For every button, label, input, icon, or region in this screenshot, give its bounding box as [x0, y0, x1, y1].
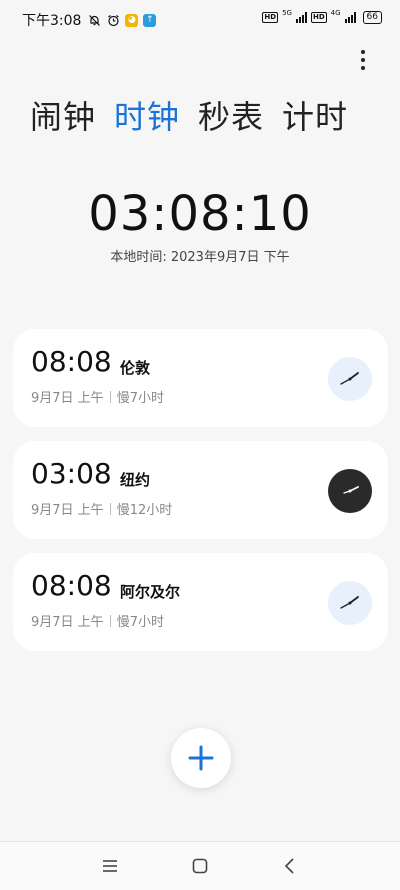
- divider: [109, 502, 111, 515]
- analog-clock-icon: [328, 357, 372, 401]
- world-clock-offset: 慢7小时: [116, 615, 164, 630]
- tab-bar: 闹钟 时钟 秒表 计时: [30, 92, 348, 138]
- world-clock-card-algiers[interactable]: 08:08 阿尔及尔 9月7日 上午 慢7小时: [13, 553, 388, 651]
- status-right: HD 5G HD 4G 66: [262, 9, 382, 24]
- add-city-button[interactable]: [171, 728, 231, 788]
- back-icon[interactable]: [280, 856, 300, 876]
- world-clock-date: 9月7日 上午: [31, 503, 104, 518]
- app-notification-icon: ◕: [125, 13, 139, 27]
- network-type-1: 5G: [282, 9, 292, 17]
- alarm-icon: [106, 13, 120, 27]
- world-clock-time: 08:08: [31, 345, 112, 378]
- local-time: 03:08:10: [88, 186, 312, 242]
- hd-badge-2: HD: [310, 12, 327, 23]
- world-clock-city: 伦敦: [120, 359, 151, 377]
- analog-clock-icon: [328, 469, 372, 513]
- tab-alarm[interactable]: 闹钟: [30, 92, 96, 138]
- world-clock-city: 纽约: [120, 471, 151, 489]
- system-navigation-bar: [0, 841, 400, 890]
- more-options-icon[interactable]: [356, 50, 370, 70]
- status-icons: ◕ ↑: [87, 13, 157, 27]
- tab-timer[interactable]: 计时: [282, 92, 348, 138]
- mute-bell-icon: [87, 13, 101, 27]
- tab-clock[interactable]: 时钟: [114, 92, 180, 138]
- menu-icon[interactable]: [100, 856, 120, 876]
- upload-icon: ↑: [143, 13, 157, 27]
- world-clock-time: 08:08: [31, 569, 112, 602]
- world-clock-date-row: 9月7日 上午 慢7小时: [31, 611, 164, 630]
- plus-icon: [188, 745, 214, 771]
- world-clock-card-london[interactable]: 08:08 伦敦 9月7日 上午 慢7小时: [13, 329, 388, 427]
- world-clock-date-row: 9月7日 上午 慢12小时: [31, 499, 172, 518]
- divider: [109, 614, 111, 627]
- world-clock-offset: 慢7小时: [116, 391, 164, 406]
- world-clock-offset: 慢12小时: [116, 503, 173, 518]
- divider: [109, 390, 111, 403]
- local-date-label: 本地时间: 2023年9月7日 下午: [110, 250, 290, 265]
- home-icon[interactable]: [190, 856, 210, 876]
- status-bar: 下午3:08 ◕ ↑ HD 5G HD 4G 66: [0, 0, 400, 36]
- status-left: 下午3:08 ◕ ↑: [22, 10, 157, 30]
- hd-badge: HD: [262, 12, 279, 23]
- battery-icon: 66: [362, 11, 382, 24]
- world-clock-date: 9月7日 上午: [31, 391, 104, 406]
- signal-icon-2: [344, 12, 356, 23]
- network-type-2: 4G: [330, 9, 341, 17]
- world-clock-date: 9月7日 上午: [31, 615, 104, 630]
- signal-icon: [295, 12, 307, 23]
- world-clock-card-new-york[interactable]: 03:08 纽约 9月7日 上午 慢12小时: [13, 441, 388, 539]
- analog-clock-icon: [328, 581, 372, 625]
- status-time: 下午3:08: [22, 13, 82, 29]
- world-clock-time: 03:08: [31, 457, 112, 490]
- tab-stopwatch[interactable]: 秒表: [198, 92, 264, 138]
- world-clock-date-row: 9月7日 上午 慢7小时: [31, 387, 164, 406]
- world-clock-city: 阿尔及尔: [120, 583, 181, 601]
